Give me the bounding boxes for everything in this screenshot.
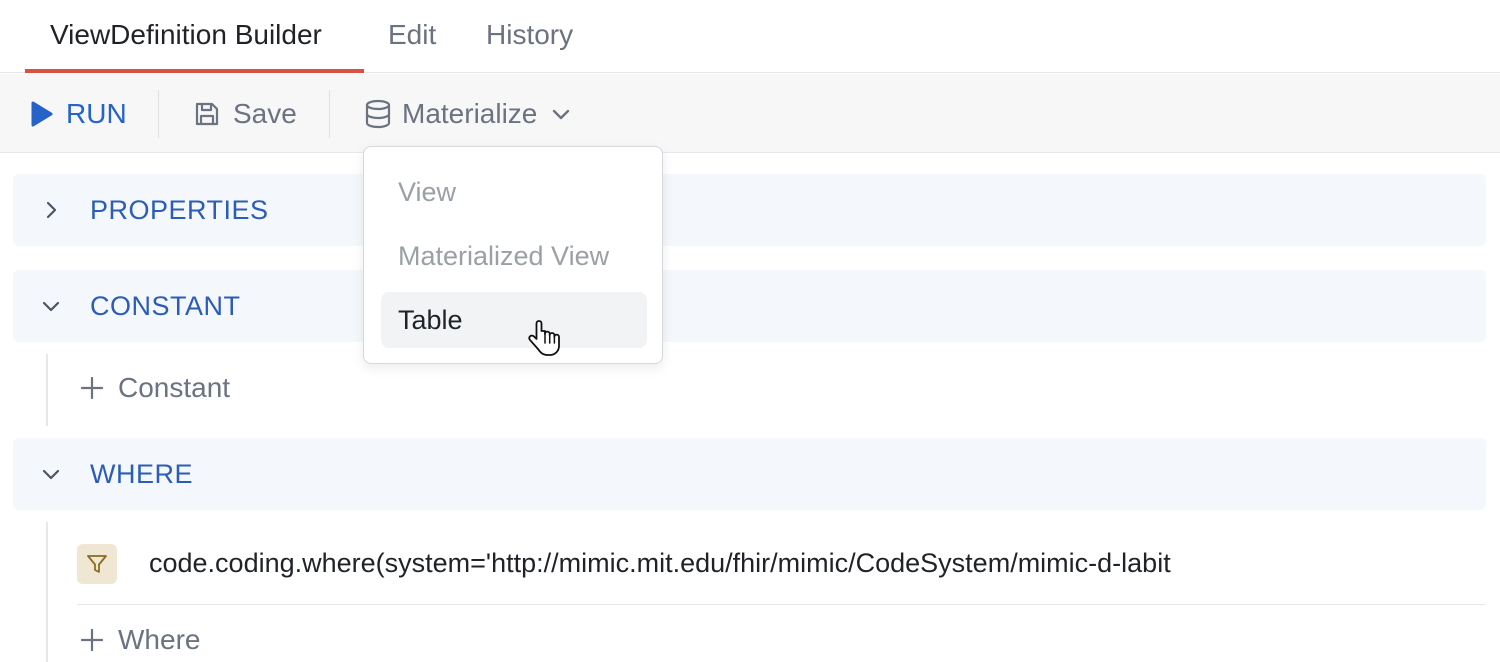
- tab-bar: ViewDefinition Builder Edit History: [0, 0, 1500, 73]
- materialize-button[interactable]: Materialize: [364, 74, 571, 153]
- database-icon: [364, 99, 392, 129]
- chevron-down-icon: [551, 104, 571, 124]
- materialize-dropdown-menu: View Materialized View Table: [363, 146, 663, 364]
- add-constant-button[interactable]: Constant: [78, 372, 230, 404]
- tab-history[interactable]: History: [486, 0, 573, 73]
- section-properties-header[interactable]: PROPERTIES: [13, 174, 1486, 246]
- save-button[interactable]: Save: [193, 74, 297, 153]
- materialize-label: Materialize: [402, 97, 538, 129]
- section-body-guide: [46, 522, 48, 662]
- add-where-button[interactable]: Where: [78, 624, 200, 656]
- menu-item-materialized-view[interactable]: Materialized View: [381, 228, 647, 284]
- save-label: Save: [233, 97, 297, 129]
- run-button[interactable]: RUN: [30, 74, 127, 153]
- menu-item-table[interactable]: Table: [381, 292, 647, 348]
- section-title: PROPERTIES: [90, 194, 269, 225]
- add-constant-label: Constant: [118, 372, 231, 403]
- section-where-header[interactable]: WHERE: [13, 438, 1486, 510]
- chevron-down-icon: [37, 292, 65, 320]
- tab-edit[interactable]: Edit: [388, 0, 436, 73]
- play-icon: [30, 100, 54, 128]
- section-constant-header[interactable]: CONSTANT: [13, 270, 1486, 342]
- where-expression-text[interactable]: code.coding.where(system='http://mimic.m…: [149, 548, 1171, 579]
- menu-item-view[interactable]: View: [381, 164, 647, 220]
- toolbar-divider: [329, 90, 330, 138]
- plus-icon: [78, 374, 106, 402]
- filter-icon: [77, 544, 117, 584]
- add-where-label: Where: [118, 624, 201, 655]
- section-body-guide: [46, 354, 48, 426]
- toolbar-divider: [158, 90, 159, 138]
- toolbar: RUN Save Materialize: [0, 74, 1500, 153]
- plus-icon: [78, 626, 106, 654]
- section-title: WHERE: [90, 458, 193, 489]
- where-expression-row[interactable]: code.coding.where(system='http://mimic.m…: [77, 542, 1486, 605]
- chevron-down-icon: [37, 460, 65, 488]
- active-tab-indicator: [25, 69, 364, 73]
- save-icon: [193, 100, 221, 128]
- tab-viewdefinition-builder[interactable]: ViewDefinition Builder: [50, 0, 322, 73]
- chevron-right-icon: [37, 196, 65, 224]
- run-label: RUN: [66, 97, 127, 129]
- section-title: CONSTANT: [90, 290, 241, 321]
